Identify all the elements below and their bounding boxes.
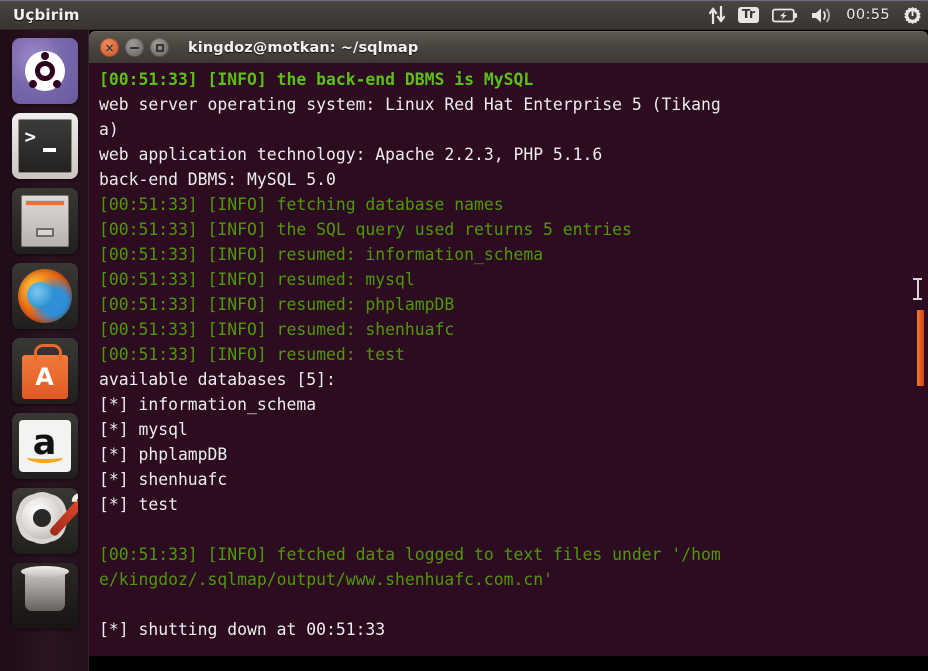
window-minimize-button[interactable] [125, 38, 144, 57]
terminal-line-segment: [00:51:33] [INFO] resumed: phplampDB [99, 295, 455, 314]
terminal-line: [*] shenhuafc [99, 467, 928, 492]
launcher-item-trash[interactable] [11, 563, 78, 629]
panel-app-title: Uçbirim [13, 5, 80, 24]
terminal-icon: > [17, 119, 72, 173]
terminal-line-segment: [00:51:33] [INFO] resumed: test [99, 345, 405, 364]
desktop-background [89, 656, 928, 671]
text-cursor-icon [913, 278, 922, 300]
terminal-line-segment: available databases [5]: [99, 370, 336, 389]
terminal-line: [00:51:33] [INFO] fetching database name… [99, 192, 928, 217]
terminal-line-segment: a) [99, 120, 119, 139]
terminal-line-segment: [00:51:33] [INFO] resumed: shenhuafc [99, 320, 455, 339]
terminal-line-segment: [00:51:33] [INFO] the SQL query used ret… [99, 220, 632, 239]
terminal-line: [*] shutting down at 00:51:33 [99, 617, 928, 642]
terminal-line-segment: [*] test [99, 495, 178, 514]
window-titlebar[interactable]: × kingdoz@motkan: ~/sqlmap [89, 31, 928, 63]
battery-charging-icon[interactable] [772, 0, 798, 30]
close-icon: × [104, 40, 115, 55]
maximize-icon [155, 43, 164, 52]
minimize-icon [130, 46, 139, 49]
terminal-line: [00:51:33] [INFO] resumed: shenhuafc [99, 317, 928, 342]
clock-indicator[interactable]: 00:55 [846, 0, 890, 30]
power-gear-icon[interactable] [903, 0, 922, 30]
keyboard-layout-label: Tr [737, 7, 760, 23]
terminal-output: [00:51:33] [INFO] the back-end DBMS is M… [99, 67, 928, 642]
unity-launcher: > A a [0, 30, 89, 671]
terminal-line-segment: [*] mysql [99, 420, 188, 439]
desktop-screen: Uçbirim Tr 00:55 > A a × kingdoz@motkan:… [0, 0, 928, 671]
terminal-line: [00:51:33] [INFO] resumed: test [99, 342, 928, 367]
terminal-line-segment: e/kingdoz/.sqlmap/output/www.shenhuafc.c… [99, 570, 553, 589]
terminal-line: [00:51:33] [INFO] resumed: information_s… [99, 242, 928, 267]
terminal-line: [*] phplampDB [99, 442, 928, 467]
window-title: kingdoz@motkan: ~/sqlmap [188, 39, 419, 56]
window-maximize-button[interactable] [150, 38, 169, 57]
terminal-line: [*] test [99, 492, 928, 517]
launcher-item-terminal[interactable]: > [11, 113, 78, 179]
terminal-line-segment: [00:51:33] [INFO] fetching database name… [99, 195, 504, 214]
terminal-line-segment: [00:51:33] [INFO] resumed: mysql [99, 270, 415, 289]
terminal-line: web application technology: Apache 2.2.3… [99, 142, 928, 167]
ubuntu-logo-icon [24, 51, 65, 91]
launcher-item-system-settings[interactable] [11, 488, 78, 554]
terminal-line: [00:51:33] [INFO] resumed: mysql [99, 267, 928, 292]
file-cabinet-icon [20, 195, 69, 247]
terminal-line: e/kingdoz/.sqlmap/output/www.shenhuafc.c… [99, 567, 928, 592]
terminal-line-segment: [00:51:33] [INFO] the back-end DBMS is M… [99, 70, 534, 89]
system-tray: Tr 00:55 [708, 0, 922, 30]
keyboard-layout-indicator[interactable]: Tr [737, 0, 760, 30]
terminal-line-segment: web application technology: Apache 2.2.3… [99, 145, 603, 164]
terminal-line: [*] mysql [99, 417, 928, 442]
amazon-icon: a [18, 420, 71, 472]
terminal-scrollbar-thumb[interactable] [917, 310, 924, 386]
terminal-line: back-end DBMS: MySQL 5.0 [99, 167, 928, 192]
terminal-window: × kingdoz@motkan: ~/sqlmap [00:51:33] [I… [89, 31, 928, 656]
volume-icon[interactable] [811, 0, 833, 30]
terminal-line: [*] information_schema [99, 392, 928, 417]
terminal-line-segment: [*] shutting down at 00:51:33 [99, 620, 386, 639]
shopping-bag-icon: A [21, 344, 68, 399]
window-close-button[interactable]: × [100, 38, 119, 57]
launcher-item-ubuntu-dash[interactable] [11, 38, 78, 104]
terminal-line: [00:51:33] [INFO] the back-end DBMS is M… [99, 67, 928, 92]
terminal-line: [00:51:33] [INFO] resumed: phplampDB [99, 292, 928, 317]
terminal-scrollbar-track[interactable] [916, 63, 925, 656]
terminal-line: [00:51:33] [INFO] the SQL query used ret… [99, 217, 928, 242]
launcher-item-files[interactable] [11, 188, 78, 254]
network-updown-icon[interactable] [708, 0, 725, 30]
launcher-item-software-center[interactable]: A [11, 338, 78, 404]
terminal-line-segment: back-end DBMS: MySQL 5.0 [99, 170, 336, 189]
launcher-item-amazon[interactable]: a [11, 413, 78, 479]
terminal-line: [00:51:33] [INFO] fetched data logged to… [99, 542, 928, 567]
firefox-icon [17, 269, 72, 323]
terminal-line: a) [99, 117, 928, 142]
terminal-line: available databases [5]: [99, 367, 928, 392]
terminal-line-segment: [00:51:33] [INFO] resumed: information_s… [99, 245, 544, 264]
terminal-line-segment: [*] shenhuafc [99, 470, 228, 489]
launcher-item-firefox[interactable] [11, 263, 78, 329]
terminal-line-segment: [00:51:33] [INFO] fetched data logged to… [99, 545, 721, 564]
unity-top-panel: Uçbirim Tr 00:55 [0, 0, 928, 30]
terminal-line-segment: [*] phplampDB [99, 445, 228, 464]
terminal-line-segment: web server operating system: Linux Red H… [99, 95, 721, 114]
terminal-body[interactable]: [00:51:33] [INFO] the back-end DBMS is M… [89, 63, 928, 656]
terminal-line: web server operating system: Linux Red H… [99, 92, 928, 117]
terminal-line-segment: [*] information_schema [99, 395, 317, 414]
